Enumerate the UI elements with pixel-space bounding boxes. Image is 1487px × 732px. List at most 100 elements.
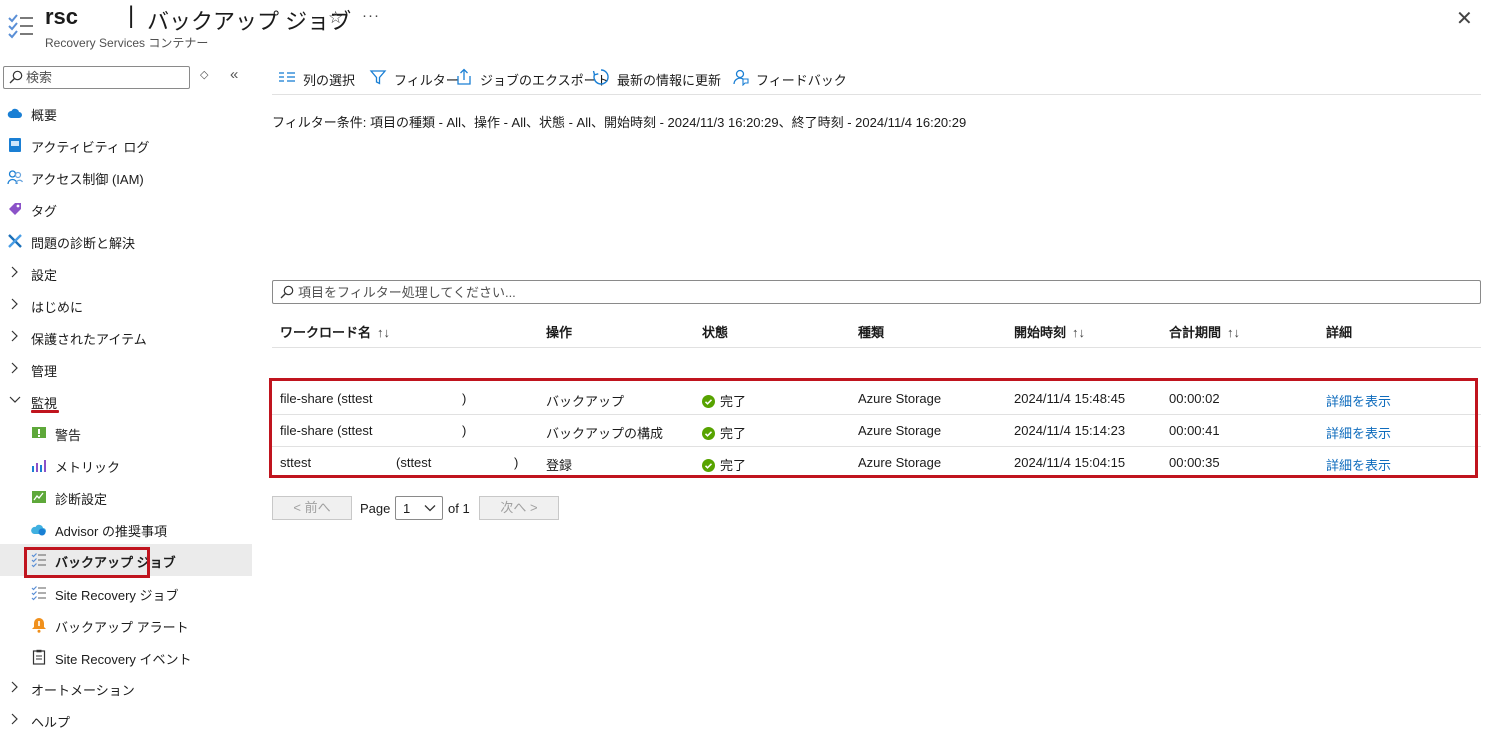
status-text: 完了	[720, 394, 747, 409]
backup-jobs-icon	[8, 14, 33, 39]
sidebar-item-site-recovery-events[interactable]: Site Recovery イベント	[0, 642, 252, 672]
sidebar-item-label: メトリック	[55, 460, 121, 475]
column-header-status: 状態	[702, 322, 728, 341]
search-icon	[9, 70, 23, 84]
sidebar-item-label: Site Recovery イベント	[55, 652, 192, 667]
sidebar-item-label: はじめに	[31, 300, 84, 315]
sidebar-item-activity-log[interactable]: アクティビティ ログ	[0, 130, 252, 160]
column-header-label: 合計期間	[1169, 325, 1222, 340]
sidebar-item-backup-alerts[interactable]: バックアップ アラート	[0, 610, 252, 640]
sidebar-item-label: バックアップ アラート	[55, 620, 189, 635]
sidebar-item-overview[interactable]: 概要	[0, 98, 252, 128]
items-filter[interactable]	[272, 280, 1481, 304]
chevron-right-icon	[11, 362, 18, 374]
collapse-sidebar-icon[interactable]: «	[230, 66, 238, 83]
search-icon	[280, 285, 294, 299]
sidebar-group-automation[interactable]: オートメーション	[0, 673, 252, 703]
cloud-icon	[7, 108, 22, 118]
page-header: rsc | バックアップ ジョブ Recovery Services コンテナー…	[0, 0, 1487, 56]
chevron-down-icon	[9, 396, 21, 403]
feedback-icon	[733, 69, 749, 86]
previous-page-button[interactable]: < 前へ	[272, 496, 352, 520]
metrics-icon	[32, 460, 46, 472]
page-count: of 1	[448, 501, 470, 516]
sidebar-item-label: 問題の診断と解決	[31, 236, 136, 251]
sidebar-item-label: アクティビティ ログ	[31, 140, 150, 155]
view-details-link[interactable]: 詳細を表示	[1326, 391, 1391, 410]
close-icon[interactable]: ✕	[1456, 6, 1473, 31]
sidebar-group-protected-items[interactable]: 保護されたアイテム	[0, 322, 252, 352]
filter-summary: フィルター条件: 項目の種類 - All、操作 - All、状態 - All、開…	[272, 115, 967, 130]
monitoring-highlight-underline	[31, 410, 59, 413]
workload-name: file-share (sttest	[280, 391, 373, 406]
column-header-label: 操作	[546, 325, 573, 340]
column-header-label: 詳細	[1326, 325, 1353, 340]
table-row[interactable]: file-share (sttest ) バックアップ 完了 Azure Sto…	[272, 383, 1481, 415]
wrench-icon	[8, 234, 22, 248]
sidebar-group-help[interactable]: ヘルプ	[0, 705, 252, 732]
sidebar-item-diagnose[interactable]: 問題の診断と解決	[0, 226, 252, 256]
item-type: Azure Storage	[858, 391, 942, 406]
sidebar-item-site-recovery-jobs[interactable]: Site Recovery ジョブ	[0, 578, 252, 608]
sidebar-item-tags[interactable]: タグ	[0, 194, 252, 224]
column-header-label: ワークロード名	[280, 325, 372, 340]
column-header-workload[interactable]: ワークロード名 ↑↓	[280, 322, 390, 341]
sidebar-group-getting-started[interactable]: はじめに	[0, 290, 252, 320]
table-row[interactable]: sttest (sttest ) 登録 完了 Azure Storage 202…	[272, 447, 1481, 479]
operation: 登録	[546, 458, 573, 473]
page-select[interactable]: 1	[395, 496, 443, 520]
sidebar-item-label: 概要	[31, 108, 58, 123]
sort-icon[interactable]: ↑↓	[1072, 325, 1085, 340]
sidebar-item-advisor[interactable]: Advisor の推奨事項	[0, 514, 252, 544]
sort-icon[interactable]: ↑↓	[1227, 325, 1240, 340]
table-row[interactable]: file-share (sttest ) バックアップの構成 完了 Azure …	[272, 415, 1481, 447]
sidebar-group-settings[interactable]: 設定	[0, 258, 252, 288]
items-filter-input[interactable]	[298, 284, 1468, 301]
sidebar-item-label: ヘルプ	[31, 715, 71, 730]
columns-icon	[279, 72, 295, 82]
sidebar-item-label: 警告	[55, 428, 82, 443]
column-header-duration[interactable]: 合計期間 ↑↓	[1169, 322, 1240, 341]
next-page-button[interactable]: 次へ >	[479, 496, 559, 520]
advisor-icon	[31, 524, 46, 536]
favorite-star-icon[interactable]: ☆	[328, 8, 343, 28]
start-time: 2024/11/4 15:48:45	[1014, 391, 1126, 406]
alert-icon	[32, 427, 46, 438]
sidebar-item-diagnostic-settings[interactable]: 診断設定	[0, 482, 252, 512]
workload-name: sttest	[280, 455, 312, 470]
filter-label: フィルター	[394, 73, 459, 88]
operation: バックアップの構成	[546, 426, 664, 441]
sidebar-item-iam[interactable]: アクセス制御 (IAM)	[0, 162, 252, 192]
command-bar: 列の選択 フィルター ジョブのエクスポート 最新の情報に更新 フィードバック	[272, 62, 1481, 95]
sidebar-search[interactable]	[3, 66, 190, 89]
activity-log-icon	[9, 138, 21, 152]
column-header-label: 種類	[858, 325, 885, 340]
page-title: バックアップ ジョブ	[147, 9, 352, 34]
sidebar-group-manage[interactable]: 管理	[0, 354, 252, 384]
bell-icon	[32, 618, 46, 633]
feedback-label: フィードバック	[756, 73, 847, 88]
success-check-icon	[702, 459, 715, 472]
filter-icon	[369, 70, 387, 85]
sort-icon[interactable]: ↑↓	[377, 325, 390, 340]
expand-collapse-all-icon[interactable]: ◇	[200, 68, 208, 81]
people-icon	[7, 170, 23, 185]
sidebar-item-label: オートメーション	[31, 683, 135, 698]
sidebar-group-monitoring[interactable]: 監視	[0, 386, 252, 416]
item-type: Azure Storage	[858, 423, 942, 438]
tag-icon	[9, 203, 21, 215]
sidebar-item-backup-jobs[interactable]: バックアップ ジョブ	[0, 544, 252, 578]
column-header-start-time[interactable]: 開始時刻 ↑↓	[1014, 322, 1085, 341]
column-header-label: 状態	[702, 325, 729, 340]
view-details-link[interactable]: 詳細を表示	[1326, 423, 1391, 442]
sidebar-item-alerts[interactable]: 警告	[0, 418, 252, 448]
sidebar-item-metrics[interactable]: メトリック	[0, 450, 252, 480]
sidebar-search-input[interactable]	[26, 69, 186, 86]
sidebar-item-label: Advisor の推奨事項	[55, 524, 167, 539]
sidebar-item-label: Site Recovery ジョブ	[55, 588, 179, 603]
table-header: ワークロード名 ↑↓ 操作 状態 種類 開始時刻 ↑↓ 合計期間 ↑↓ 詳細	[272, 314, 1481, 348]
export-icon	[457, 68, 471, 85]
view-details-link[interactable]: 詳細を表示	[1326, 455, 1391, 474]
more-options-icon[interactable]: ···	[362, 7, 380, 24]
chevron-right-icon	[11, 681, 18, 693]
